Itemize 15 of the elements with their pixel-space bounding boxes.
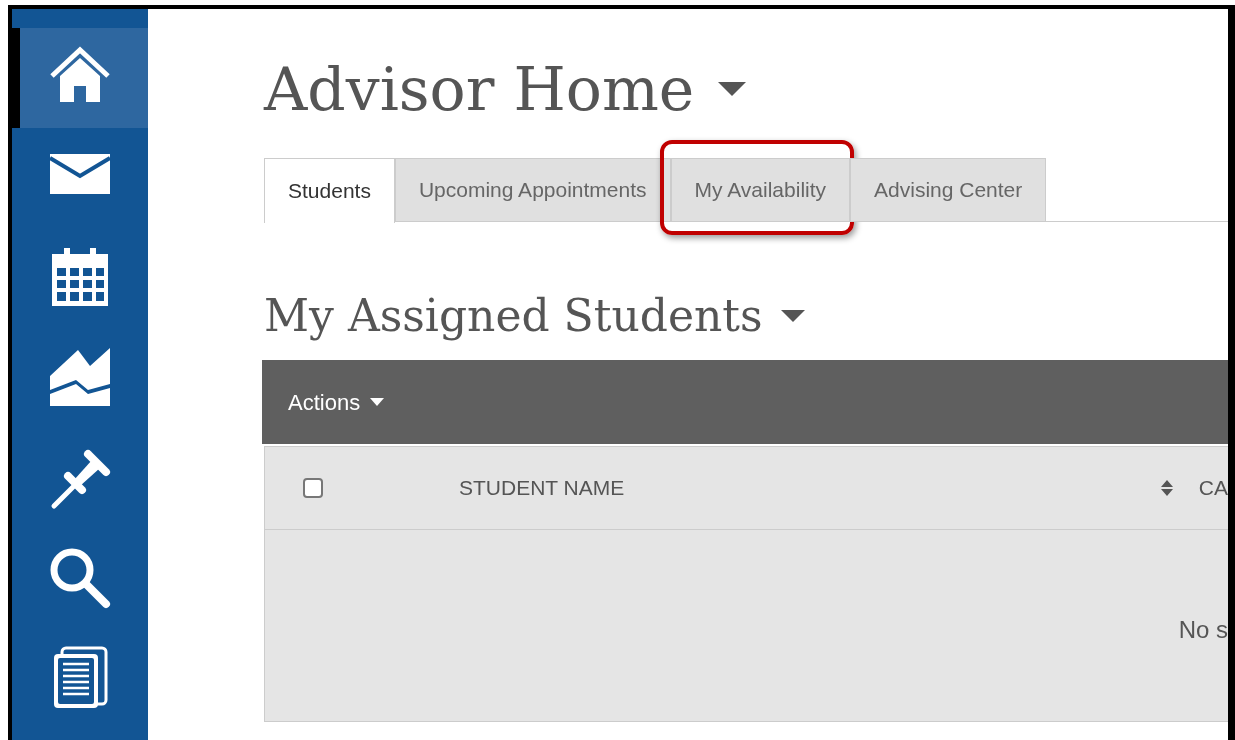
- checkbox[interactable]: [303, 478, 323, 498]
- sort-icon[interactable]: [1160, 480, 1173, 496]
- tab[interactable]: Students: [264, 158, 395, 223]
- tab[interactable]: Upcoming Appointments: [394, 158, 671, 222]
- tab[interactable]: My Availability: [670, 158, 851, 222]
- actions-button[interactable]: Actions: [288, 385, 385, 419]
- column-header: CA: [1198, 475, 1228, 502]
- empty-message: No s: [1178, 614, 1228, 645]
- tab[interactable]: Advising Center: [850, 158, 1047, 222]
- caret-icon[interactable]: [718, 82, 747, 96]
- caret-icon: [370, 398, 385, 406]
- sidebar-item[interactable]: [12, 28, 148, 128]
- column-header: STUDENT NAME: [459, 475, 625, 502]
- caret-icon[interactable]: [780, 310, 805, 322]
- page-title: Advisor Home: [264, 59, 695, 119]
